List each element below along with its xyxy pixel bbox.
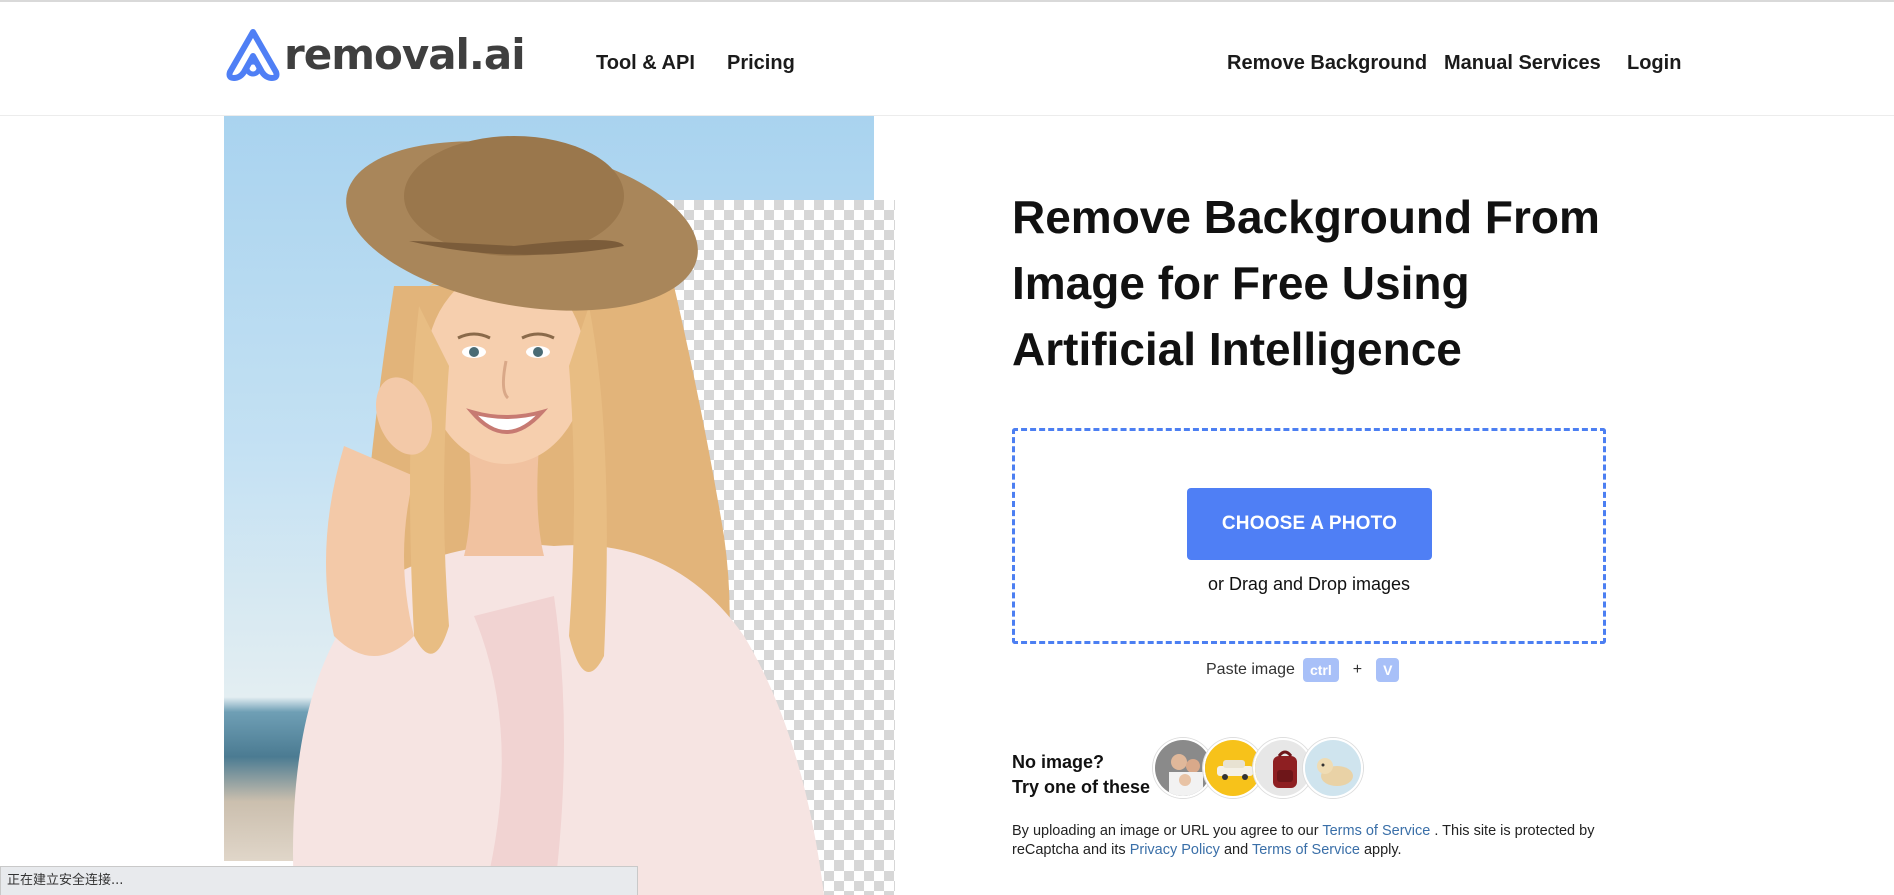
v-key-badge: V bbox=[1376, 658, 1400, 682]
woman-illustration bbox=[293, 136, 824, 895]
plus-sign: + bbox=[1352, 661, 1363, 678]
drag-drop-hint: or Drag and Drop images bbox=[1207, 574, 1411, 594]
removal-ai-logo-icon bbox=[226, 29, 280, 81]
nav-pricing[interactable]: Pricing bbox=[727, 51, 795, 75]
nav-login[interactable]: Login bbox=[1627, 51, 1681, 75]
privacy-policy-link[interactable]: Privacy Policy bbox=[1130, 842, 1220, 858]
legal-text-1: By uploading an image or URL you agree t… bbox=[1012, 823, 1323, 839]
nav-tool-api[interactable]: Tool & API bbox=[596, 51, 695, 75]
page-title: Remove Background From Image for Free Us… bbox=[1012, 191, 1600, 375]
logo-link[interactable]: removal.ai bbox=[224, 28, 526, 82]
hero-image bbox=[224, 116, 895, 895]
sample-dog[interactable] bbox=[1303, 738, 1363, 798]
site-header: removal.ai Tool & API Pricing Remove Bac… bbox=[0, 2, 1894, 116]
paste-label: Paste image bbox=[1206, 661, 1295, 678]
sample-images bbox=[1153, 738, 1363, 798]
legal-text-4: apply. bbox=[1359, 842, 1402, 858]
terms-of-service-link-2[interactable]: Terms of Service bbox=[1252, 842, 1360, 858]
legal-notice: By uploading an image or URL you agree t… bbox=[1012, 822, 1612, 860]
sample-prompt-line-2: Try one of these bbox=[1012, 777, 1151, 797]
nav-manual-services[interactable]: Manual Services bbox=[1444, 51, 1601, 75]
terms-of-service-link[interactable]: Terms of Service bbox=[1322, 823, 1430, 839]
paste-hint: Paste image ctrl + V bbox=[1206, 658, 1407, 682]
sample-prompt: No image? Try one of these bbox=[1012, 750, 1150, 800]
nav-remove-background[interactable]: Remove Background bbox=[1227, 51, 1427, 75]
logo-text: removal.ai bbox=[284, 30, 526, 79]
ctrl-key-badge: ctrl bbox=[1302, 658, 1339, 682]
legal-text-3: and bbox=[1219, 842, 1252, 858]
sample-prompt-line-1: No image? bbox=[1012, 752, 1105, 772]
choose-photo-button[interactable]: CHOOSE A PHOTO bbox=[1187, 488, 1432, 560]
browser-status-bar: 正在建立安全连接... bbox=[0, 866, 638, 895]
